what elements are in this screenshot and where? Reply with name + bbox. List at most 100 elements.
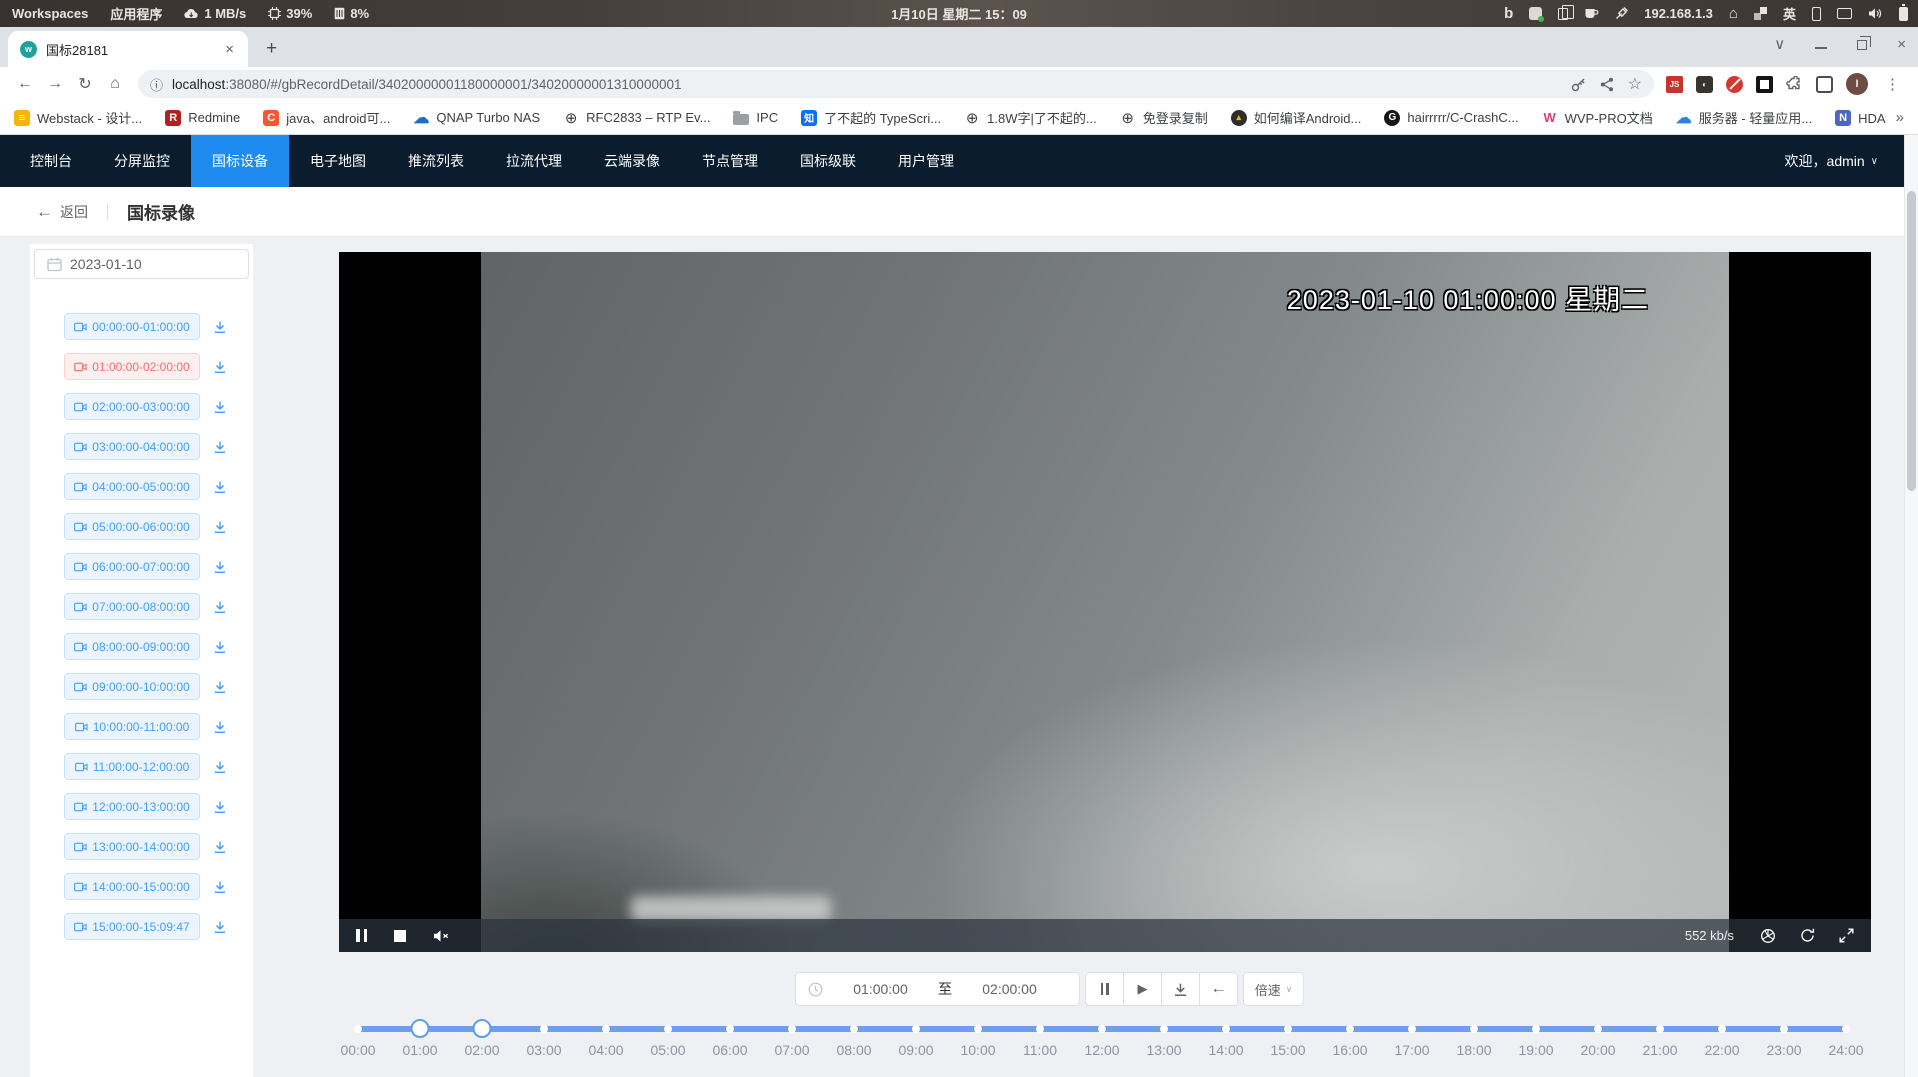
pause-control-button[interactable]	[1086, 973, 1124, 1005]
page-scrollbar[interactable]	[1904, 135, 1918, 1077]
timeline-handle[interactable]	[473, 1019, 492, 1038]
browser-tab[interactable]: w 国标28181 ×	[8, 31, 248, 67]
download-record-button[interactable]	[213, 840, 227, 854]
nav-item[interactable]: 控制台	[9, 135, 93, 187]
nav-item[interactable]: 推流列表	[387, 135, 485, 187]
window-minimize-button[interactable]	[1815, 47, 1827, 49]
bookmark-item[interactable]: ▴ 如何编译Android...	[1231, 108, 1362, 127]
tray-app-status-icon[interactable]	[1529, 7, 1542, 20]
nav-item[interactable]: 国标设备	[191, 135, 289, 187]
record-clip-button[interactable]: 07:00:00-08:00:00	[64, 593, 200, 620]
record-clip-button[interactable]: 02:00:00-03:00:00	[64, 393, 200, 420]
timeline-track[interactable]	[358, 1026, 1846, 1032]
record-clip-button[interactable]: 10:00:00-11:00:00	[64, 713, 200, 740]
player-mute-button[interactable]	[433, 919, 450, 952]
record-clip-button[interactable]: 13:00:00-14:00:00	[64, 833, 200, 860]
record-clip-button[interactable]: 11:00:00-12:00:00	[64, 753, 200, 780]
record-clip-button[interactable]: 00:00:00-01:00:00	[64, 313, 200, 340]
coffee-cup-icon[interactable]	[1584, 7, 1599, 20]
player-stop-button[interactable]	[394, 919, 406, 952]
extension-adblock-icon[interactable]	[1726, 76, 1743, 93]
range-start-time[interactable]: 01:00:00	[823, 981, 938, 997]
play-control-button[interactable]: ▶	[1124, 973, 1162, 1005]
tab-close-icon[interactable]: ×	[221, 40, 238, 59]
volume-tray-icon[interactable]	[1868, 7, 1883, 20]
time-range-input[interactable]: 01:00:00 至 02:00:00	[795, 972, 1080, 1006]
input-method-indicator[interactable]: 英	[1783, 4, 1796, 23]
new-tab-button[interactable]: +	[258, 35, 285, 62]
tab-search-chevron-icon[interactable]: ∨	[1774, 37, 1785, 52]
address-bar[interactable]: ⓘ localhost:38080/#/gbRecordDetail/34020…	[138, 70, 1654, 98]
record-clip-button[interactable]: 06:00:00-07:00:00	[64, 553, 200, 580]
bookmarks-overflow-chevron[interactable]: »	[1886, 109, 1904, 126]
applications-button[interactable]: 应用程序	[110, 4, 162, 23]
download-record-button[interactable]	[213, 400, 227, 414]
video-player[interactable]: 2023-01-10 01:00:00 星期二 552 kb/s	[339, 252, 1871, 952]
extension-js-icon[interactable]: JS	[1666, 76, 1683, 93]
download-record-button[interactable]	[213, 480, 227, 494]
download-record-button[interactable]	[213, 560, 227, 574]
bookmark-item[interactable]: G hairrrrr/C-CrashC...	[1384, 110, 1518, 126]
record-clip-button[interactable]: 01:00:00-02:00:00	[64, 353, 200, 380]
back-button[interactable]: ← 返回	[36, 202, 88, 222]
bookmark-star-icon[interactable]: ☆	[1628, 74, 1642, 94]
battery-icon[interactable]	[1899, 7, 1908, 21]
tray-app-b-icon[interactable]: b	[1504, 5, 1513, 22]
color-picker-icon[interactable]	[1615, 7, 1628, 20]
record-clip-button[interactable]: 14:00:00-15:00:00	[64, 873, 200, 900]
network-speed-indicator[interactable]: 1 MB/s	[184, 6, 246, 21]
phone-link-icon[interactable]	[1812, 7, 1821, 21]
browser-menu-icon[interactable]: ⋮	[1881, 75, 1904, 93]
playback-speed-dropdown[interactable]: 倍速 ∨	[1243, 972, 1304, 1006]
download-record-button[interactable]	[213, 440, 227, 454]
record-clip-button[interactable]: 03:00:00-04:00:00	[64, 433, 200, 460]
bookmark-item[interactable]: IPC	[733, 110, 778, 125]
download-record-button[interactable]	[213, 720, 227, 734]
bookmark-item[interactable]: W WVP-PRO文档	[1542, 108, 1653, 127]
clipboard-icon[interactable]	[1558, 8, 1568, 20]
fullscreen-button[interactable]	[1839, 919, 1854, 952]
password-key-icon[interactable]	[1571, 77, 1586, 92]
download-record-button[interactable]	[213, 520, 227, 534]
cpu-indicator[interactable]: 39%	[268, 6, 312, 21]
ip-address-label[interactable]: 192.168.1.3	[1644, 6, 1713, 21]
browser-home-button[interactable]: ⌂	[100, 75, 130, 93]
download-record-button[interactable]	[213, 680, 227, 694]
nav-item[interactable]: 分屏监控	[93, 135, 191, 187]
extension-sidebar-icon[interactable]	[1816, 76, 1833, 93]
extension-ublock-icon[interactable]	[1756, 76, 1773, 93]
record-clip-button[interactable]: 05:00:00-06:00:00	[64, 513, 200, 540]
nav-item[interactable]: 电子地图	[289, 135, 387, 187]
bookmark-item[interactable]: ⊕ RFC2833 – RTP Ev...	[563, 110, 710, 126]
window-restore-button[interactable]	[1857, 40, 1867, 50]
record-clip-button[interactable]: 08:00:00-09:00:00	[64, 633, 200, 660]
home-tray-icon[interactable]: ⌂	[1729, 5, 1738, 22]
workspaces-button[interactable]: Workspaces	[12, 6, 88, 21]
site-info-icon[interactable]: ⓘ	[150, 75, 163, 94]
nav-item[interactable]: 拉流代理	[485, 135, 583, 187]
seek-back-button[interactable]: ←	[1200, 973, 1237, 1005]
bookmark-item[interactable]: ⊕ 1.8W字|了不起的...	[964, 108, 1097, 127]
nav-item[interactable]: 云端录像	[583, 135, 681, 187]
record-clip-button[interactable]: 04:00:00-05:00:00	[64, 473, 200, 500]
download-record-button[interactable]	[213, 800, 227, 814]
download-record-button[interactable]	[213, 360, 227, 374]
bookmark-item[interactable]: ☁ 服务器 - 轻量应用...	[1676, 108, 1812, 127]
download-record-button[interactable]	[213, 600, 227, 614]
record-clip-button[interactable]: 15:00:00-15:09:47	[64, 913, 200, 940]
download-record-button[interactable]	[213, 920, 227, 934]
display-icon[interactable]	[1837, 8, 1852, 19]
snapshot-button[interactable]	[1760, 919, 1776, 952]
record-clip-button[interactable]: 09:00:00-10:00:00	[64, 673, 200, 700]
extension-darkreader-icon[interactable]: ◐	[1696, 76, 1713, 93]
download-record-button[interactable]	[213, 760, 227, 774]
workspaces-switcher-icon[interactable]	[1754, 7, 1767, 20]
bookmark-item[interactable]: 知 了不起的 TypeScri...	[801, 108, 941, 127]
bookmark-item[interactable]: R Redmine	[165, 110, 240, 126]
range-end-time[interactable]: 02:00:00	[952, 981, 1067, 997]
record-clip-button[interactable]: 12:00:00-13:00:00	[64, 793, 200, 820]
timeline-handle[interactable]	[411, 1019, 430, 1038]
window-close-button[interactable]: ×	[1897, 37, 1906, 52]
bookmark-item[interactable]: ☁ QNAP Turbo NAS	[413, 110, 540, 126]
browser-forward-button[interactable]: →	[40, 75, 70, 93]
